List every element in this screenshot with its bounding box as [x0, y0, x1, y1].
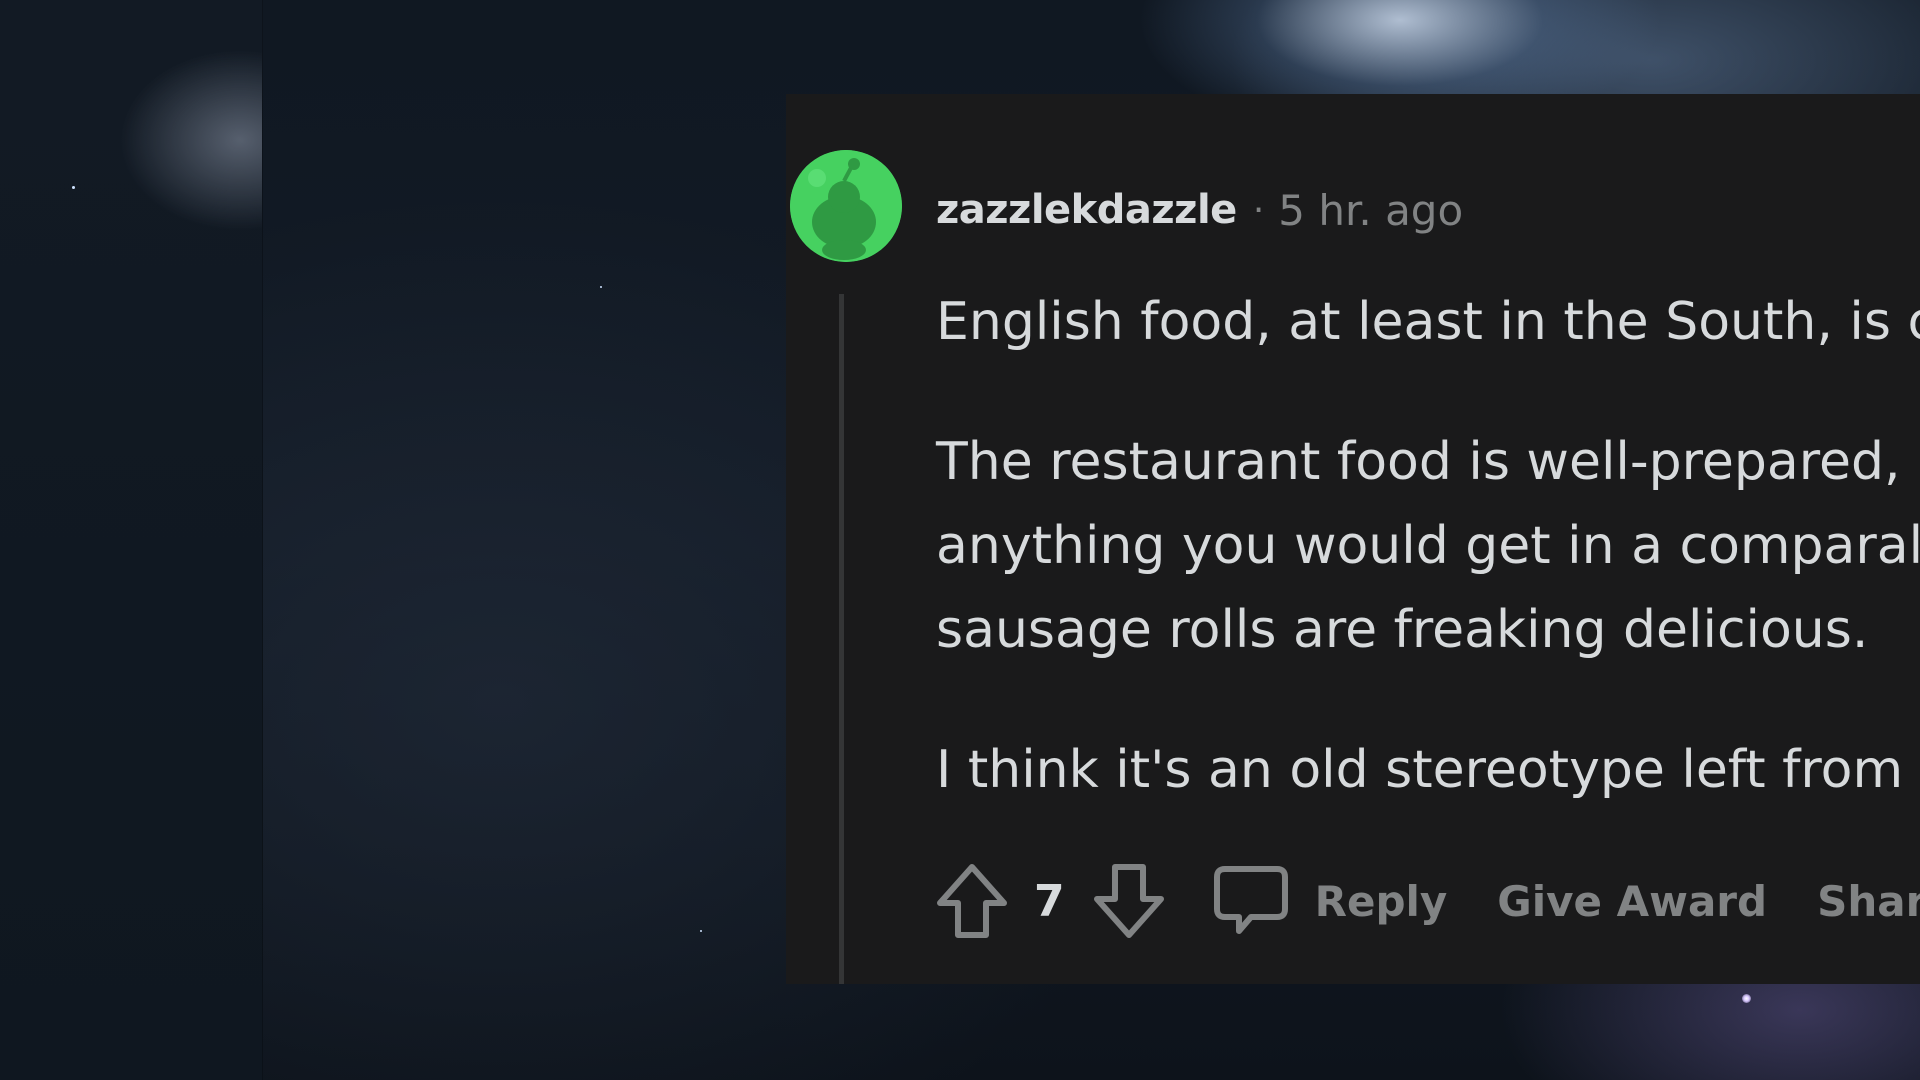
star [72, 186, 75, 189]
user-avatar[interactable] [790, 150, 902, 262]
give-award-button[interactable]: Give Award [1497, 877, 1767, 926]
comment-text-line: I think it's an old stereotype left from [936, 740, 1904, 800]
snoo-avatar-icon [790, 150, 902, 262]
reply-label: Reply [1314, 876, 1448, 926]
comment-paragraph: English food, at least in the South, is … [936, 280, 1920, 364]
comment-text-line: The restaurant food is well-prepared, [936, 432, 1901, 492]
star [1742, 994, 1751, 1003]
downvote-button[interactable] [1089, 861, 1169, 941]
comment-header: zazzlekdazzle · 5 hr. ago [936, 180, 1463, 240]
left-wallpaper-panel [0, 0, 263, 1080]
comment-paragraph: I think it's an old stereotype left from [936, 728, 1920, 812]
star [600, 286, 602, 288]
comment-text-line: English food, at least in the South, is … [936, 292, 1920, 352]
arrow-up-outline-icon [937, 864, 1007, 938]
vote-count: 7 [1034, 875, 1065, 927]
comment-author-link[interactable]: zazzlekdazzle [936, 187, 1237, 233]
comment-paragraph: The restaurant food is well-prepared, an… [936, 420, 1920, 672]
speech-bubble-icon [1213, 866, 1288, 934]
comment-text-line: anything you would get in a comparal [936, 516, 1920, 576]
comment-text-line: sausage rolls are freaking delicious. [936, 600, 1869, 660]
comment-timestamp[interactable]: 5 hr. ago [1278, 186, 1463, 235]
comment-card: zazzlekdazzle · 5 hr. ago English food, … [786, 94, 1920, 984]
arrow-down-outline-icon [1093, 864, 1164, 938]
comment-action-bar: 7 Reply Give Award Share [932, 856, 1920, 946]
reply-button[interactable]: Reply [1211, 861, 1448, 941]
comment-body: English food, at least in the South, is … [936, 280, 1920, 812]
upvote-button[interactable] [932, 861, 1012, 941]
thread-collapse-line[interactable] [839, 294, 844, 984]
meta-separator: · [1252, 189, 1265, 231]
star [700, 930, 702, 932]
share-button[interactable]: Share [1817, 877, 1920, 926]
